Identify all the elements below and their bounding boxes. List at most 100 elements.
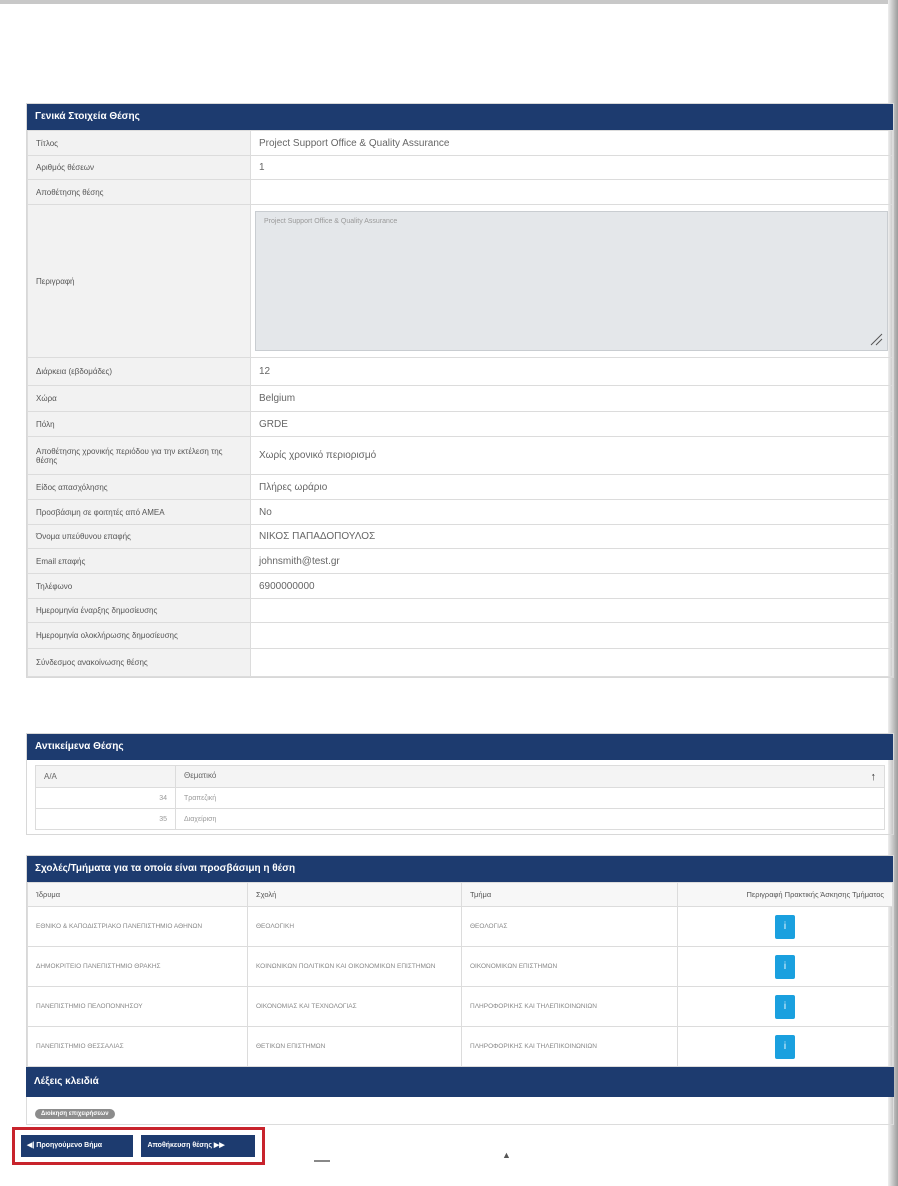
table-row: Αποθέτησης χρονικής περιόδου για την εκτ… xyxy=(27,436,893,475)
row-number: 35 xyxy=(35,808,176,830)
institution-cell: ΠΑΝΕΠΙΣΤΗΜΙΟ ΠΕΛΟΠΟΝΝΗΣΟΥ xyxy=(27,986,248,1027)
info-button[interactable]: i xyxy=(775,994,795,1019)
table-row: ΠΑΝΕΠΙΣΤΗΜΙΟ ΠΕΛΟΠΟΝΝΗΣΟΥ ΟΙΚΟΝΟΜΙΑΣ ΚΑΙ… xyxy=(27,986,893,1027)
field-value: 6900000000 xyxy=(250,573,893,599)
wizard-step-2[interactable]: Βήμα 2 Προσθήκη Αντικειμένων Αποσπάσεως xyxy=(184,22,374,68)
school-cell: ΘΕΟΛΟΓΙΚΗ xyxy=(247,906,462,947)
table-row: Σύνδεσμος ανακοίνωσης θέσης xyxy=(27,648,893,677)
table-row: Αποθέτησης θέσης xyxy=(27,179,893,205)
field-value xyxy=(250,179,893,205)
field-label: Αριθμός θέσεων xyxy=(27,155,251,180)
field-value: ΝΙΚΟΣ ΠΑΠΑΔΟΠΟΥΛΟΣ xyxy=(250,524,893,549)
institution-cell: ΠΑΝΕΠΙΣΤΗΜΙΟ ΘΕΣΣΑΛΙΑΣ xyxy=(27,1026,248,1067)
general-info-table: Τίτλος Project Support Office & Quality A… xyxy=(27,130,893,677)
info-cell: i xyxy=(677,906,893,947)
table-row: Περιγραφή Project Support Office & Quali… xyxy=(27,204,893,358)
department-cell: ΘΕΟΛΟΓΙΑΣ xyxy=(461,906,678,947)
field-value: 12 xyxy=(250,357,893,386)
field-label: Τίτλος xyxy=(27,130,251,156)
field-label: Όνομα υπεύθυνου επαφής xyxy=(27,524,251,549)
field-label: Χώρα xyxy=(27,385,251,412)
column-header-subject[interactable]: Θεματικό ↑ xyxy=(175,765,885,788)
column-header-department: Τμήμα xyxy=(461,882,678,907)
row-subject: Διαχείριση xyxy=(175,808,885,830)
table-row: Χώρα Belgium xyxy=(27,385,893,412)
table-row: 35 Διαχείριση xyxy=(35,808,885,830)
previous-step-button[interactable]: ◀| Προηγούμενο Βήμα xyxy=(21,1135,133,1157)
table-header-row: Α/Α Θεματικό ↑ xyxy=(35,765,885,788)
institution-cell: ΔΗΜΟΚΡΙΤΕΙΟ ΠΑΝΕΠΙΣΤΗΜΙΟ ΘΡΑΚΗΣ xyxy=(27,946,248,987)
wizard-step-4-active[interactable]: Βήμα 4 Προεπισκόπηση θέσης xyxy=(514,22,714,68)
field-value: Χωρίς χρονικό περιορισμό xyxy=(250,436,893,475)
resize-handle-icon[interactable] xyxy=(869,332,883,346)
field-value: No xyxy=(250,499,893,525)
field-value: GRDE xyxy=(250,411,893,437)
info-cell: i xyxy=(677,1026,893,1067)
objects-table-wrapper: Α/Α Θεματικό ↑ 34 Τραπεζική 35 Διαχείριση xyxy=(27,760,893,834)
field-label: Email επαφής xyxy=(27,548,251,574)
save-position-button[interactable]: Αποθήκευση θέσης ▶▶ xyxy=(141,1135,256,1157)
info-cell: i xyxy=(677,946,893,987)
table-row: ΠΑΝΕΠΙΣΤΗΜΙΟ ΘΕΣΣΑΛΙΑΣ ΘΕΤΙΚΩΝ ΕΠΙΣΤΗΜΩΝ… xyxy=(27,1026,893,1067)
description-textarea[interactable]: Project Support Office & Quality Assuran… xyxy=(255,211,888,351)
field-label: Ημερομηνία ολοκλήρωσης δημοσίευσης xyxy=(27,622,251,649)
panel-title: Σχολές/Τμήματα για τα οποία είναι προσβά… xyxy=(27,856,893,882)
step-title: Βήμα 2 xyxy=(214,30,247,41)
wizard-step-3[interactable]: Βήμα 3 Προσθήκη σχολών xyxy=(354,22,534,68)
general-info-panel: Γενικά Στοιχεία Θέσης Τίτλος Project Supp… xyxy=(26,103,894,678)
sort-arrow-icon[interactable]: ↑ xyxy=(871,771,877,783)
step-title: Βήμα 3 xyxy=(384,30,417,41)
table-row: 34 Τραπεζική xyxy=(35,787,885,809)
step-subtitle: Προσθήκη σχολών xyxy=(384,41,455,51)
field-label: Σύνδεσμος ανακοίνωσης θέσης xyxy=(27,648,251,677)
department-cell: ΠΛΗΡΟΦΟΡΙΚΗΣ ΚΑΙ ΤΗΛΕΠΙΚΟΙΝΩΝΙΩΝ xyxy=(461,986,678,1027)
description-cell: Project Support Office & Quality Assuran… xyxy=(250,204,893,358)
field-label: Πόλη xyxy=(27,411,251,437)
table-row: Πόλη GRDE xyxy=(27,411,893,437)
table-row: ΔΗΜΟΚΡΙΤΕΙΟ ΠΑΝΕΠΙΣΤΗΜΙΟ ΘΡΑΚΗΣ ΚΟΙΝΩΝΙΚ… xyxy=(27,946,893,987)
column-header-aa[interactable]: Α/Α xyxy=(35,765,176,788)
table-row: Αριθμός θέσεων 1 xyxy=(27,155,893,180)
keywords-panel: Λέξεις κλειδιά Διοίκηση επιχειρήσεων xyxy=(26,1067,894,1125)
schools-panel: Σχολές/Τμήματα για τα οποία είναι προσβά… xyxy=(26,855,894,1068)
step-title: Βήμα 1 xyxy=(34,30,67,41)
column-header-label: Θεματικό xyxy=(184,770,217,780)
field-value: johnsmith@test.gr xyxy=(250,548,893,574)
field-label: Αποθέτησης θέσης xyxy=(27,179,251,205)
divider xyxy=(314,1160,330,1162)
scroll-to-top-icon[interactable]: ▲ xyxy=(502,1150,511,1160)
table-row: Τίτλος Project Support Office & Quality A… xyxy=(27,130,893,156)
institution-cell: ΕΘΝΙΚΟ & ΚΑΠΟΔΙΣΤΡΙΑΚΟ ΠΑΝΕΠΙΣΤΗΜΙΟ ΑΘΗΝ… xyxy=(27,906,248,947)
schools-table: Ίδρυμα Σχολή Τμήμα Περιγραφή Πρακτικής Ά… xyxy=(27,882,893,1067)
column-header-description: Περιγραφή Πρακτικής Άσκησης Τμήματος xyxy=(677,882,893,907)
field-label: Ημερομηνία έναρξης δημοσίευσης xyxy=(27,598,251,623)
field-value: Πλήρες ωράριο xyxy=(250,474,893,500)
description-text: Project Support Office & Quality Assuran… xyxy=(264,218,398,225)
info-button[interactable]: i xyxy=(775,914,795,939)
school-cell: ΘΕΤΙΚΩΝ ΕΠΙΣΤΗΜΩΝ xyxy=(247,1026,462,1067)
department-cell: ΟΙΚΟΝΟΜΙΚΩΝ ΕΠΙΣΤΗΜΩΝ xyxy=(461,946,678,987)
column-header-institution: Ίδρυμα xyxy=(27,882,248,907)
step-subtitle: Προεπισκόπηση θέσης xyxy=(544,41,631,51)
panel-title: Λέξεις κλειδιά xyxy=(26,1067,894,1097)
keyword-badge: Διοίκηση επιχειρήσεων xyxy=(35,1109,115,1119)
wizard-steps: Βήμα 1 Εισαγωγή γενικών στοιχείων θέσης … xyxy=(24,22,714,74)
school-cell: ΚΟΙΝΩΝΙΚΩΝ ΠΟΛΙΤΙΚΩΝ ΚΑΙ ΟΙΚΟΝΟΜΙΚΩΝ ΕΠΙ… xyxy=(247,946,462,987)
field-label: Προσβάσιμη σε φοιτητές από ΑΜΕΑ xyxy=(27,499,251,525)
table-row: Διάρκεια (εβδομάδες) 12 xyxy=(27,357,893,386)
info-cell: i xyxy=(677,986,893,1027)
step-subtitle: Προσθήκη Αντικειμένων Αποσπάσεως xyxy=(214,41,305,62)
navigation-buttons: ◀| Προηγούμενο Βήμα Αποθήκευση θέσης ▶▶ xyxy=(12,1127,265,1165)
field-value xyxy=(250,598,893,623)
objects-table: Α/Α Θεματικό ↑ 34 Τραπεζική 35 Διαχείριση xyxy=(35,765,885,830)
field-value xyxy=(250,648,893,677)
field-value xyxy=(250,622,893,649)
table-row: Τηλέφωνο 6900000000 xyxy=(27,573,893,599)
field-label: Αποθέτησης χρονικής περιόδου για την εκτ… xyxy=(27,436,251,475)
field-value: Project Support Office & Quality Assuran… xyxy=(250,130,893,156)
wizard-step-1[interactable]: Βήμα 1 Εισαγωγή γενικών στοιχείων θέσης xyxy=(24,22,204,68)
info-button[interactable]: i xyxy=(775,1034,795,1059)
field-value: 1 xyxy=(250,155,893,180)
table-row: Email επαφής johnsmith@test.gr xyxy=(27,548,893,574)
info-button[interactable]: i xyxy=(775,954,795,979)
